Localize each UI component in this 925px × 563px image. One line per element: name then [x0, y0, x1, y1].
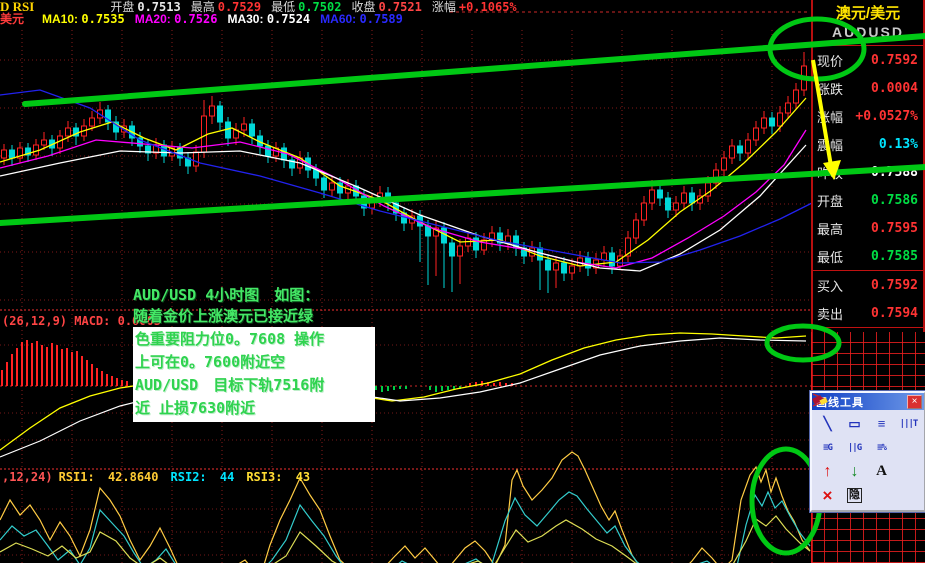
- ma60-value: 0.7589: [359, 12, 403, 26]
- annotation-text: AUD/USD 4小时图 如图： 随着金价上涨澳元已接近绿: [133, 286, 320, 325]
- tool-trend-line[interactable]: ╲: [814, 413, 841, 434]
- tool-vertical-lines[interactable]: |||T: [895, 413, 922, 434]
- ma-bar: 美元 MA10: 0.7535 MA20: 0.7526 MA30: 0.7524 MA…: [0, 13, 810, 26]
- tool-text[interactable]: A: [868, 461, 895, 482]
- ma30-label: MA30:: [227, 12, 264, 26]
- rsi2-label: RSI2: 44: [170, 470, 235, 484]
- rsi-indicator-label: ,12,24) RSI1: 42.8640 RSI2: 44 RSI3: 43: [2, 470, 322, 484]
- quote-row-high: 最高 0.7595: [817, 220, 918, 237]
- hide-icon: 隐: [847, 488, 862, 503]
- change-label: 涨幅: [431, 0, 456, 14]
- ma20-value: 0.7526: [174, 12, 218, 26]
- up-arrow-icon: ↑: [823, 462, 832, 480]
- toolbox-titlebar[interactable]: 画线工具 ×: [812, 393, 924, 410]
- ma10-label: MA10:: [42, 12, 79, 26]
- rectangle-icon: ▭: [848, 415, 861, 431]
- change-value: +0.1065%: [458, 0, 517, 14]
- annotation-box: 色重要阻力位0。7608 操作 上可在0。7600附近空 AUD/USD 目标下…: [133, 327, 375, 422]
- vertical-lines-icon: |||T: [899, 418, 919, 429]
- rsi1-label: RSI1: 42.8640: [58, 470, 159, 484]
- quote-row-last: 现价 0.7592: [817, 52, 918, 69]
- drawing-tools-palette[interactable]: 画线工具 × ╲ ▭ ≡ |||T ≡G ||G ≡% ↑ ↓ A × 隐: [810, 391, 925, 512]
- tool-fan-lines[interactable]: [812, 393, 922, 458]
- quote-row-open: 开盘 0.7586: [817, 192, 918, 209]
- chart-header: D RSI 开盘 0.7513 最高 0.7529 最低 0.7502 收盘 0.7521 涨幅 +…: [0, 0, 810, 26]
- percent-lines-icon: ≡%: [877, 442, 887, 453]
- tool-hide[interactable]: 隐: [841, 485, 868, 506]
- quote-row-low: 最低 0.7585: [817, 248, 918, 265]
- ma10-value: 0.7535: [81, 12, 125, 26]
- tool-delete[interactable]: ×: [814, 485, 841, 506]
- ma20-label: MA20:: [134, 12, 171, 26]
- golden-section-v-icon: ||G: [847, 442, 862, 453]
- ma30-value: 0.7524: [266, 12, 311, 26]
- toolbox-empty-cell: [868, 485, 895, 506]
- tool-golden-section-h[interactable]: ≡G: [814, 437, 841, 458]
- rsi3-label: RSI3: 43: [246, 470, 311, 484]
- toolbox-empty-cell: [895, 485, 922, 506]
- quote-row-prev-close: 昨收 0.7588: [817, 164, 918, 181]
- tool-up-arrow[interactable]: ↑: [814, 461, 841, 482]
- rsi-params: ,12,24): [2, 470, 53, 484]
- quote-row-ask: 卖出 0.7594: [817, 305, 918, 322]
- eraser-icon: [812, 395, 828, 405]
- quote-row-amplitude: 震幅 0.13%: [817, 136, 918, 153]
- delete-icon: ×: [822, 485, 833, 505]
- toolbox-grid: ╲ ▭ ≡ |||T ≡G ||G ≡% ↑ ↓ A × 隐: [812, 393, 924, 510]
- tool-horizontal-lines[interactable]: ≡: [868, 413, 895, 434]
- tool-rectangle[interactable]: ▭: [841, 413, 868, 434]
- bid-ask-box: 买入 0.7592 卖出 0.7594: [813, 270, 923, 328]
- trading-app-window: D RSI 开盘 0.7513 最高 0.7529 最低 0.7502 收盘 0.7521 涨幅 +…: [0, 0, 925, 563]
- tool-down-arrow[interactable]: ↓: [841, 461, 868, 482]
- quote-row-change-pct: 涨幅 +0.0527%: [817, 108, 918, 125]
- quote-row-change: 涨跌 0.0004: [817, 80, 918, 97]
- down-arrow-icon: ↓: [850, 462, 859, 480]
- trend-line-icon: ╲: [823, 415, 832, 431]
- golden-section-h-icon: ≡G: [823, 442, 833, 453]
- tool-percent-lines[interactable]: ≡%: [868, 437, 895, 458]
- quote-row-bid: 买入 0.7592: [817, 277, 918, 294]
- tool-eraser[interactable]: [812, 395, 922, 482]
- symbol-partial-label: 美元: [0, 12, 25, 26]
- quote-symbol-code: AUDUSD: [813, 24, 923, 46]
- ma60-label: MA60:: [320, 12, 357, 26]
- horizontal-lines-icon: ≡: [877, 416, 886, 431]
- quote-title: 澳元/美元: [835, 5, 901, 22]
- text-tool-icon: A: [876, 463, 887, 479]
- close-icon[interactable]: ×: [907, 394, 922, 409]
- tool-golden-section-v[interactable]: ||G: [841, 437, 868, 458]
